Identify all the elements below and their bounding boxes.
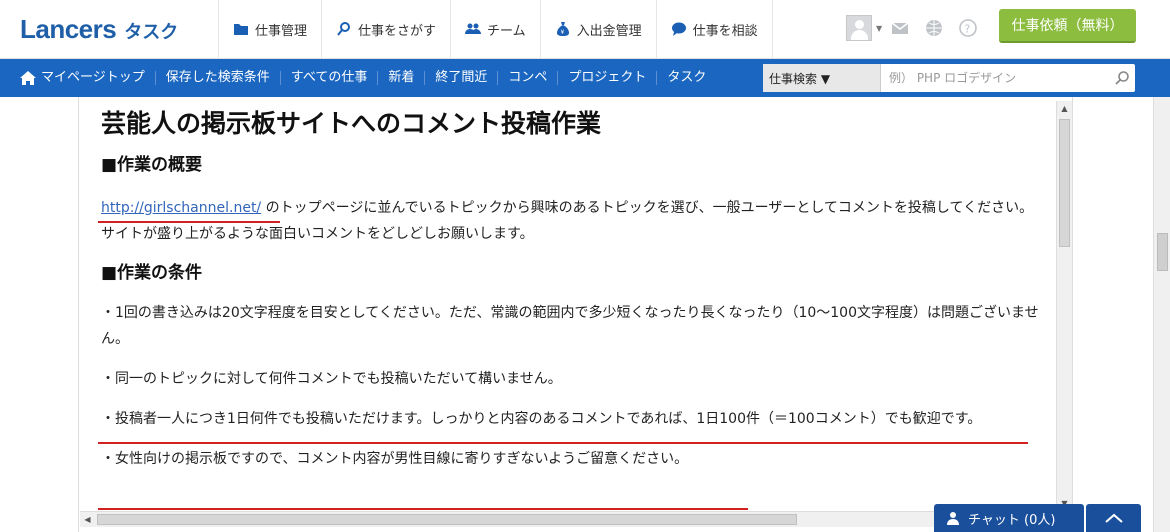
scroll-up-arrow-icon[interactable]: ▲ (1057, 101, 1072, 116)
search-icon (1115, 71, 1129, 85)
search-input[interactable] (881, 64, 1109, 92)
sub-nav: マイページトップ 保存した検索条件 すべての仕事 新着 終了間近 コンペ プロジ… (10, 59, 716, 97)
search-button[interactable] (1109, 64, 1135, 92)
logo-sub-text: タスク (124, 22, 179, 43)
topnav-payments[interactable]: ¥ 入出金管理 (539, 0, 656, 58)
girlschannel-link[interactable]: http://girlschannel.net/ (101, 200, 261, 216)
subnav-item-task[interactable]: タスク (657, 71, 716, 85)
chevron-up-icon (1104, 513, 1123, 523)
person-icon (947, 512, 959, 525)
top-header: Lancers タスク 仕事管理 仕事をさがす チーム ¥ 入出金管理 仕事を相… (0, 0, 1170, 59)
topnav-find-jobs[interactable]: 仕事をさがす (321, 0, 450, 58)
svg-text:¥: ¥ (560, 29, 564, 36)
svg-text:?: ? (965, 23, 971, 36)
search-category-select[interactable]: 仕事検索 ▼ (763, 64, 881, 92)
subnav-item-mypage[interactable]: マイページトップ (10, 71, 156, 85)
annotation-underline (98, 442, 1028, 444)
subnav-item-saved-searches[interactable]: 保存した検索条件 (156, 71, 281, 85)
team-icon (465, 23, 482, 34)
condition-item: ・女性向けの掲示板ですので、コメント内容が男性目線に寄りすぎないようご留意くださ… (101, 451, 689, 467)
scrollbar-thumb[interactable] (1059, 119, 1070, 247)
chat-button[interactable]: チャット (0人) (934, 504, 1084, 532)
post-job-button[interactable]: 仕事依頼（無料） (999, 9, 1136, 43)
section-heading-overview: ■作業の概要 (101, 155, 203, 175)
subnav-label: マイページトップ (41, 70, 145, 85)
folder-icon (234, 24, 248, 35)
topnav-label: 仕事を相談 (692, 23, 758, 39)
subnav-item-project[interactable]: プロジェクト (558, 71, 658, 85)
scrollbar-thumb[interactable] (1157, 233, 1168, 271)
lancers-logo[interactable]: Lancers タスク (20, 14, 178, 44)
top-nav: 仕事管理 仕事をさがす チーム ¥ 入出金管理 仕事を相談 (218, 0, 773, 58)
globe-icon[interactable] (924, 18, 944, 38)
scroll-left-arrow-icon[interactable]: ◀ (80, 512, 95, 527)
subnav-item-competition[interactable]: コンペ (498, 71, 559, 85)
annotation-underline (98, 221, 280, 223)
chat-bubble-icon (671, 22, 686, 36)
page-vertical-scrollbar[interactable] (1153, 97, 1170, 532)
condition-item: ・1回の書き込みは20文字程度を目安としてください。ただ、常識の範囲内で多少短く… (101, 305, 1039, 347)
user-area: ▼ ? (846, 13, 992, 43)
chevron-down-icon[interactable]: ▼ (876, 24, 882, 33)
chat-label: チャット (0人) (968, 512, 1056, 528)
subnav-item-ending-soon[interactable]: 終了間近 (425, 71, 499, 85)
annotation-underline (98, 508, 748, 510)
topnav-label: 入出金管理 (576, 23, 642, 39)
topnav-label: 仕事をさがす (358, 23, 437, 39)
search-icon (337, 22, 351, 36)
logo-main-text: Lancers (20, 14, 117, 44)
section-heading-conditions: ■作業の条件 (101, 263, 203, 283)
scrollbar-thumb[interactable] (97, 514, 797, 525)
topnav-team[interactable]: チーム (450, 0, 540, 58)
sub-nav-bar: マイページトップ 保存した検索条件 すべての仕事 新着 終了間近 コンペ プロジ… (0, 59, 1170, 97)
job-description: 芸能人の掲示板サイトへのコメント投稿作業 ■作業の概要 http://girls… (101, 107, 1046, 472)
main-viewport: 芸能人の掲示板サイトへのコメント投稿作業 ■作業の概要 http://girls… (0, 97, 1153, 532)
subnav-item-all-jobs[interactable]: すべての仕事 (281, 71, 379, 85)
home-icon (20, 71, 36, 85)
page-title: 芸能人の掲示板サイトへのコメント投稿作業 (101, 109, 602, 138)
topnav-label: チーム (487, 23, 526, 39)
content-horizontal-scrollbar[interactable]: ◀ (80, 511, 1056, 527)
scroll-to-top-button[interactable] (1086, 504, 1141, 532)
help-icon[interactable]: ? (958, 18, 978, 38)
subnav-item-new[interactable]: 新着 (378, 71, 426, 85)
job-search-box: 仕事検索 ▼ (763, 64, 1135, 92)
money-bag-icon: ¥ (556, 22, 569, 36)
condition-item: ・同一のトピックに対して何件コメントでも投稿いただいて構いません。 (101, 371, 562, 387)
mail-icon[interactable] (890, 18, 910, 38)
topnav-job-management[interactable]: 仕事管理 (218, 0, 321, 58)
avatar[interactable] (846, 15, 872, 41)
job-description-frame: 芸能人の掲示板サイトへのコメント投稿作業 ■作業の概要 http://girls… (78, 97, 1073, 532)
condition-item: ・投稿者一人につき1日何件でも投稿いただけます。しっかりと内容のあるコメントであ… (101, 411, 982, 427)
topnav-label: 仕事管理 (255, 23, 308, 39)
content-vertical-scrollbar[interactable]: ▲ ▼ (1056, 101, 1072, 511)
topnav-consult[interactable]: 仕事を相談 (655, 0, 773, 58)
